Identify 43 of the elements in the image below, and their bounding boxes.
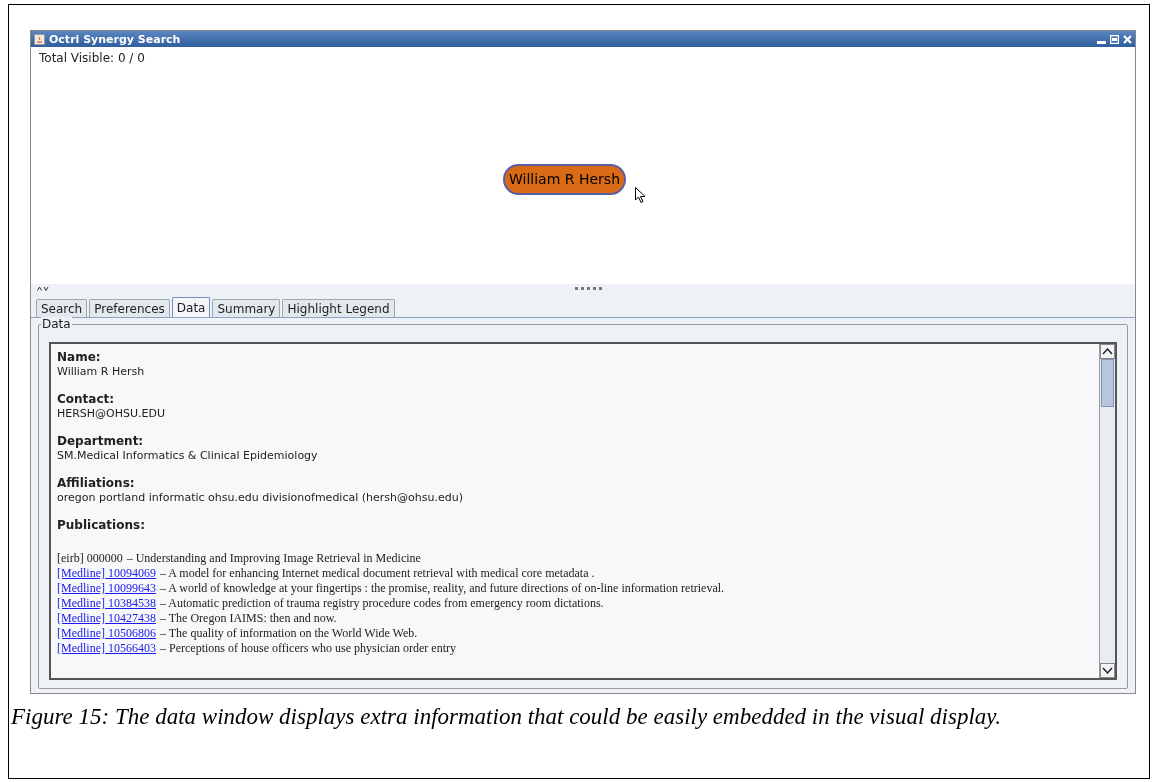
grip-icon[interactable] xyxy=(575,287,603,290)
group-title: Data xyxy=(41,317,72,331)
publication-title: – The quality of information on the World Wide Web. xyxy=(160,626,418,641)
cursor-icon xyxy=(635,187,646,203)
publication-link[interactable]: [Medline] 10566403 xyxy=(57,641,156,656)
scroll-down-icon[interactable] xyxy=(1100,663,1115,678)
publication-title: – The Oregon IAIMS: then and now. xyxy=(160,611,337,626)
scrollbar[interactable] xyxy=(1099,344,1115,678)
total-visible-label: Total Visible: 0 / 0 xyxy=(39,50,145,67)
field-value: William R Hersh xyxy=(57,365,145,379)
publication-id: [eirb] 000000 xyxy=(57,551,123,566)
section-heading: Publications: xyxy=(57,517,145,533)
publication-title: – Understanding and Improving Image Retrieval in Medicine xyxy=(126,551,421,566)
publication-link[interactable]: [Medline] 10384538 xyxy=(57,596,156,611)
field-label: Affiliations: xyxy=(57,475,135,491)
publication-link[interactable]: [Medline] 10099643 xyxy=(57,581,156,596)
window-title: Octri Synergy Search xyxy=(49,33,181,45)
tab[interactable]: Search xyxy=(36,299,88,317)
publication-link[interactable]: [Medline] 10506806 xyxy=(57,626,156,641)
field-value: oregon portland informatic ohsu.edu divisionofmedical (hersh@ohsu.edu) xyxy=(57,491,463,505)
tab[interactable]: Highlight Legend xyxy=(282,299,395,317)
field-value: SM.Medical Informatics & Clinical Epidemiology xyxy=(57,449,318,463)
field-label: Name: xyxy=(57,349,101,365)
figure-caption: Figure 15: The data window displays extra information that could be easily embedded in the visual display. xyxy=(10,703,1002,731)
graph-node[interactable]: William R Hersh xyxy=(503,164,626,195)
collapse-arrows-icon[interactable] xyxy=(37,286,49,291)
tab[interactable]: Preferences xyxy=(89,299,170,317)
field-label: Department: xyxy=(57,433,144,449)
maximize-icon[interactable] xyxy=(1110,34,1119,44)
close-icon[interactable] xyxy=(1123,34,1132,44)
publication-link[interactable]: [Medline] 10094069 xyxy=(57,566,156,581)
publication-title: – Automatic prediction of trauma registry procedure codes from emergency room dictations. xyxy=(160,596,604,611)
publication-title: – A model for enhancing Internet medical document retrieval with medical core metadata . xyxy=(160,566,595,581)
publication-title: – A world of knowledge at your fingertips : the promise, reality, and future directions of on-line information retrieval. xyxy=(160,581,725,596)
app-icon xyxy=(34,33,45,45)
scroll-up-icon[interactable] xyxy=(1100,344,1115,359)
field-value: HERSH@OHSU.EDU xyxy=(57,407,166,421)
field-label: Contact: xyxy=(57,391,115,407)
tab[interactable]: Summary xyxy=(212,299,281,317)
scroll-thumb[interactable] xyxy=(1101,359,1114,407)
tab[interactable]: Data xyxy=(171,297,211,317)
publication-link[interactable]: [Medline] 10427438 xyxy=(57,611,156,626)
publication-title: – Perceptions of house officers who use physician order entry xyxy=(160,641,457,656)
